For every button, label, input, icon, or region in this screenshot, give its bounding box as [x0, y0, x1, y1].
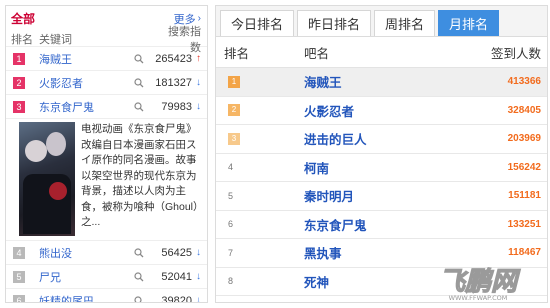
column-count: 签到人数 [490, 46, 541, 61]
search-index-value: 79983 [161, 100, 192, 113]
list-item[interactable]: 3 东京食尸鬼 79983 ↓ [6, 95, 207, 119]
rank-badge: 1 [13, 52, 25, 65]
signin-count: 151181 [508, 190, 541, 202]
arrow-down-icon: ↓ [196, 101, 201, 112]
forum-name-link[interactable]: 秦时明月 [304, 186, 471, 205]
signin-count: 328405 [507, 104, 541, 116]
forum-name-link[interactable]: 海贼王 [304, 72, 471, 91]
table-row[interactable]: 1 海贼王 413366 [216, 68, 547, 97]
forum-name-link[interactable]: 进击的巨人 [304, 129, 471, 148]
tab-bar: 今日排名 昨日排名 周排名 月排名 [216, 6, 547, 37]
search-icon[interactable] [132, 101, 146, 112]
keyword-link[interactable]: 妖精的尾巴 [39, 293, 132, 303]
keyword-link[interactable]: 东京食尸鬼 [39, 99, 132, 115]
table-row[interactable]: 4 柯南 156242 [216, 154, 547, 182]
rank-badge: 5 [13, 270, 25, 283]
anime-poster[interactable] [19, 122, 75, 236]
column-headers: 排名 关键词 搜索指数 [6, 26, 207, 54]
list-item[interactable]: 6 妖精的尾巴 39820 ↓ [6, 289, 207, 303]
signin-count: 413366 [507, 76, 541, 88]
column-index: 搜索指数 [168, 25, 201, 54]
search-index-value: 181327 [155, 76, 192, 89]
table-row[interactable]: 6 东京食尸鬼 133251 [216, 211, 547, 239]
table-row[interactable]: 8 死神 [216, 268, 547, 296]
search-icon[interactable] [132, 295, 146, 302]
tab-1[interactable]: 今日排名 [220, 10, 295, 36]
rank-number: 5 [228, 190, 234, 201]
column-rank: 排名 [224, 46, 250, 61]
list-item[interactable]: 2 火影忍者 181327 ↓ [6, 71, 207, 95]
keyword-link[interactable]: 海贼王 [39, 51, 132, 67]
signin-count: 203969 [507, 133, 541, 145]
search-index-value: 56425 [161, 246, 192, 259]
signin-count: 156242 [507, 161, 541, 173]
forum-name-link[interactable]: 黑执事 [304, 243, 471, 262]
search-icon[interactable] [132, 53, 146, 64]
arrow-down-icon: ↓ [196, 77, 201, 88]
anime-description: 电视动画《东京食尸鬼》改编自日本漫画家石田スイ原作的同名漫画。故事以架空世界的现… [81, 123, 199, 228]
search-icon[interactable] [132, 271, 146, 282]
table-row[interactable]: 3 进击的巨人 203969 [216, 125, 547, 154]
panel-title: 全部 [11, 12, 36, 26]
arrow-down-icon: ↓ [196, 247, 201, 258]
list-item[interactable]: 5 尸兄 52041 ↓ [6, 265, 207, 289]
ranking-panel: 今日排名 昨日排名 周排名 月排名 排名 吧名 签到人数 1 海贼王 413366 2 火影忍… [215, 5, 548, 303]
rank-number: 7 [228, 247, 234, 258]
keyword-link[interactable]: 火影忍者 [39, 75, 132, 91]
search-icon[interactable] [132, 247, 146, 258]
tab-4[interactable]: 月排名 [438, 10, 500, 36]
signin-count: 133251 [507, 218, 541, 230]
rank-number: 8 [228, 276, 234, 287]
search-index-value: 265423 [155, 52, 192, 65]
ranking-column-headers: 排名 吧名 签到人数 [216, 37, 547, 68]
keyword-link[interactable]: 熊出没 [39, 245, 132, 261]
rank-badge: 1 [228, 75, 240, 88]
column-rank: 排名 [11, 33, 33, 46]
table-row[interactable]: 5 秦时明月 151181 [216, 182, 547, 211]
rank-badge: 2 [13, 76, 25, 89]
signin-count: 118467 [508, 247, 541, 259]
table-row[interactable]: 2 火影忍者 328405 [216, 97, 547, 125]
keyword-link[interactable]: 尸兄 [39, 269, 132, 285]
table-row[interactable]: 7 黑执事 118467 [216, 239, 547, 268]
rank-badge: 4 [13, 246, 25, 259]
forum-name-link[interactable]: 东京食尸鬼 [304, 215, 471, 234]
rank-badge: 3 [228, 132, 240, 145]
rank-badge: 6 [13, 294, 25, 302]
forum-name-link[interactable]: 柯南 [304, 158, 471, 177]
arrow-down-icon: ↓ [196, 295, 201, 303]
search-index-value: 52041 [161, 270, 192, 283]
search-index-panel: 全部 更多 › 排名 关键词 搜索指数 1 海贼王 265423 ↑ 2 火影忍者 1813… [5, 5, 208, 303]
arrow-down-icon: ↓ [196, 271, 201, 282]
rank-number: 6 [228, 219, 234, 230]
rank-number: 4 [228, 162, 234, 173]
search-icon[interactable] [132, 77, 146, 88]
tab-3[interactable]: 周排名 [374, 10, 436, 36]
rank-badge: 2 [228, 104, 240, 117]
search-index-value: 39820 [161, 294, 192, 303]
column-keyword: 关键词 [39, 33, 72, 46]
forum-name-link[interactable]: 死神 [304, 272, 471, 291]
tab-2[interactable]: 昨日排名 [297, 10, 372, 36]
rank-badge: 3 [13, 100, 25, 113]
list-item[interactable]: 4 熊出没 56425 ↓ [6, 241, 207, 265]
column-name: 吧名 [304, 46, 330, 61]
forum-name-link[interactable]: 火影忍者 [304, 101, 471, 120]
expanded-detail: 电视动画《东京食尸鬼》改编自日本漫画家石田スイ原作的同名漫画。故事以架空世界的现… [6, 119, 207, 241]
arrow-up-icon: ↑ [196, 53, 201, 64]
